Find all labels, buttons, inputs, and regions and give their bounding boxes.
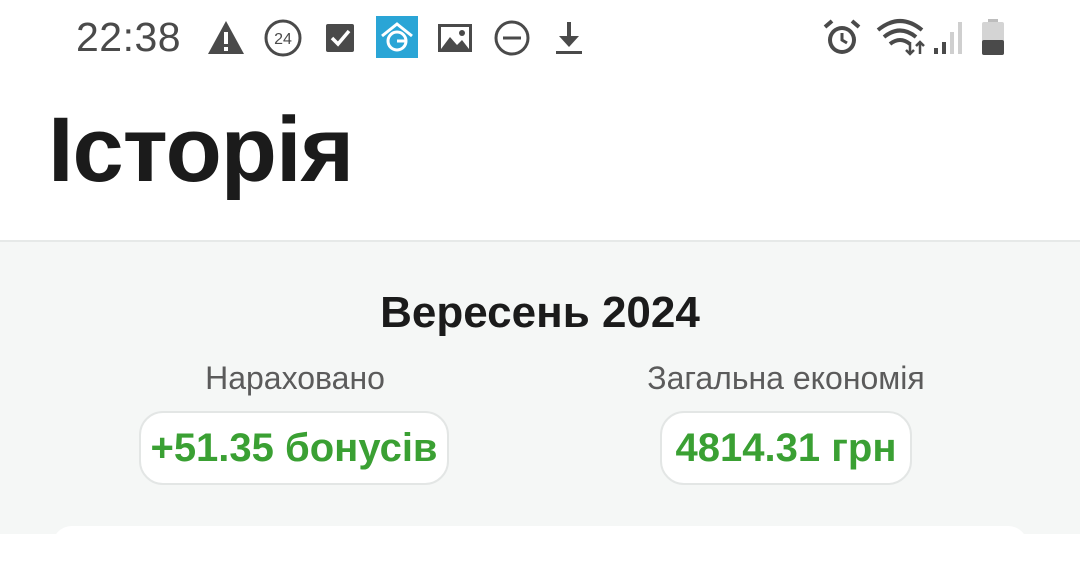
history-content: Вересень 2024 Нараховано +51.35 бонусів … — [0, 242, 1080, 566]
image-icon — [435, 18, 475, 58]
accrued-bonus-pill: +51.35 бонусів — [139, 411, 449, 485]
savings-value-pill: 4814.31 грн — [660, 411, 912, 485]
savings-label: Загальна економія — [647, 360, 925, 396]
do-not-disturb-icon — [492, 18, 532, 58]
month-title: Вересень 2024 — [380, 288, 700, 337]
accrued-label: Нараховано — [205, 360, 385, 396]
alarm-icon — [822, 18, 862, 58]
badge-24-icon: 24 — [263, 18, 303, 58]
signal-icon — [932, 18, 968, 58]
download-icon — [549, 18, 589, 58]
history-card[interactable] — [52, 526, 1028, 566]
page-header: Історія — [0, 76, 1080, 240]
wifi-icon — [876, 18, 928, 58]
checkbox-icon — [320, 18, 360, 58]
status-bar: 22:38 24 — [0, 0, 1080, 76]
status-time: 22:38 — [76, 14, 182, 60]
accrued-stat: Нараховано — [140, 360, 450, 397]
savings-stat: Загальна економія — [586, 360, 986, 397]
battery-icon — [978, 18, 1008, 58]
page-title: Історія — [48, 99, 354, 201]
badge-number: 24 — [274, 31, 292, 48]
warning-icon — [206, 18, 246, 58]
app-g-icon — [376, 16, 418, 58]
